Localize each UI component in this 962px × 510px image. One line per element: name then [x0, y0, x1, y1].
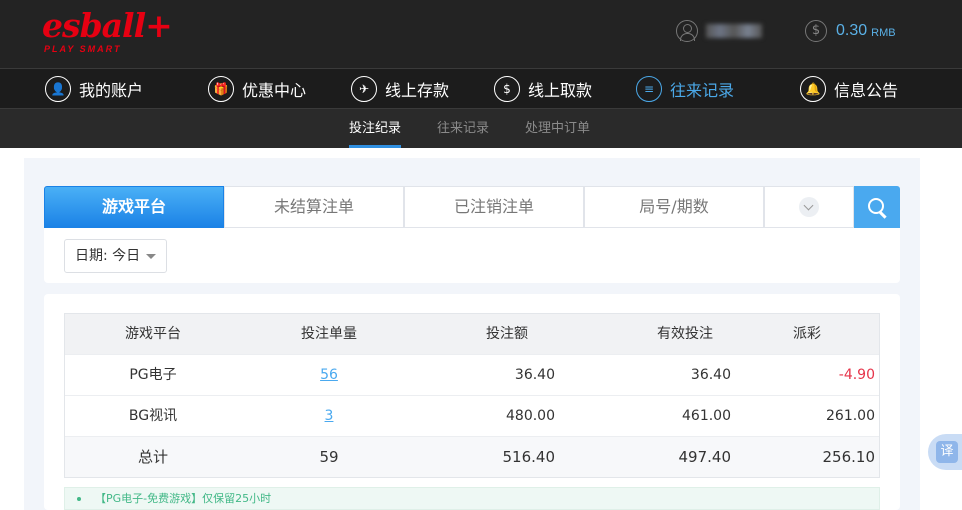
free-game-notice: 【PG电子-免费游戏】仅保留25小时 [64, 487, 880, 510]
total-bet-count: 59 [319, 448, 339, 466]
sub-nav: 投注纪录 往来记录 处理中订单 [0, 109, 962, 148]
total-payout: 256.10 [822, 448, 876, 466]
user-account-menu[interactable] [676, 20, 762, 42]
table-row: PG电子 56 36.40 36.40 -4.90 [65, 354, 879, 395]
nav-announcements[interactable]: 🔔 信息公告 [800, 69, 898, 109]
table-row: BG视讯 3 480.00 461.00 261.00 [65, 395, 879, 436]
date-filter-value: 日期: 今日 [75, 248, 141, 264]
username-blurred [706, 24, 762, 38]
search-button[interactable] [854, 186, 900, 228]
total-label: 总计 [137, 448, 168, 466]
cell-bet-amount: 480.00 [506, 408, 555, 424]
chevron-down-icon [799, 197, 819, 217]
cell-bet-count: 56 [241, 355, 417, 395]
main-nav: 👤 我的账户 🎁 优惠中心 ✈ 线上存款 $ 线上取款 ≡ 往来记录 🔔 信息公… [0, 68, 962, 109]
subtab-bet-records[interactable]: 投注纪录 [349, 109, 402, 148]
cell-bet-amount: 36.40 [514, 367, 555, 383]
total-valid-bet: 497.40 [678, 448, 732, 466]
logo-wordmark: esball+ [42, 6, 173, 45]
table-total-row: 总计 59 516.40 497.40 256.10 [65, 436, 879, 477]
esball-logo[interactable]: esball+ PLAY SMART [42, 6, 173, 55]
cell-bet-count: 3 [241, 396, 417, 436]
user-icon: 👤 [45, 76, 71, 102]
bet-summary-table: 游戏平台 投注单量 投注额 有效投注 派彩 PG电子 56 36.40 36.4… [64, 313, 880, 478]
logo-tagline: PLAY SMART [44, 44, 122, 54]
bell-icon: 🔔 [800, 76, 826, 102]
notice-text: 【PG电子-免费游戏】仅保留25小时 [95, 492, 272, 505]
subtab-pending-orders[interactable]: 处理中订单 [525, 109, 590, 148]
translate-widget[interactable]: 译 [928, 434, 962, 470]
wallet-balance[interactable]: $ 0.30 RMB [805, 20, 896, 42]
tab-unsettled-bets[interactable]: 未结算注单 [224, 186, 404, 228]
bullet-dot-icon [77, 497, 81, 501]
nav-deposit[interactable]: ✈ 线上存款 [351, 69, 449, 109]
records-icon: ≡ [636, 76, 662, 102]
subtab-transactions[interactable]: 往来记录 [437, 109, 489, 148]
balance-currency: RMB [871, 26, 896, 39]
top-bar: esball+ PLAY SMART $ 0.30 RMB [0, 0, 962, 68]
header-bet-count: 投注单量 [301, 326, 357, 342]
nav-promotions-label: 优惠中心 [242, 81, 307, 100]
nav-promotions[interactable]: 🎁 优惠中心 [208, 69, 306, 109]
nav-my-account[interactable]: 👤 我的账户 [45, 69, 143, 109]
nav-withdraw-label: 线上取款 [528, 81, 593, 100]
bet-count-link[interactable]: 56 [320, 367, 338, 383]
translate-icon: 译 [936, 441, 958, 463]
cell-platform: PG电子 [129, 367, 177, 383]
bet-count-link[interactable]: 3 [325, 408, 334, 424]
date-filter-select[interactable]: 日期: 今日 [64, 239, 167, 273]
more-tabs-dropdown[interactable] [764, 186, 854, 228]
table-header-row: 游戏平台 投注单量 投注额 有效投注 派彩 [65, 314, 879, 354]
cell-payout: -4.90 [838, 367, 875, 383]
header-payout: 派彩 [793, 326, 821, 342]
gift-icon: 🎁 [208, 76, 234, 102]
header-bet-amount: 投注额 [486, 326, 528, 342]
cell-valid-bet: 461.00 [682, 408, 731, 424]
tab-game-platform[interactable]: 游戏平台 [44, 186, 224, 228]
nav-announcements-label: 信息公告 [834, 81, 899, 100]
caret-down-icon [146, 254, 156, 259]
nav-records[interactable]: ≡ 往来记录 [636, 69, 734, 109]
withdraw-icon: $ [494, 76, 520, 102]
header-platform: 游戏平台 [125, 326, 181, 342]
cell-platform: BG视讯 [128, 408, 178, 424]
cell-valid-bet: 36.40 [690, 367, 731, 383]
tab-cancelled-bets[interactable]: 已注销注单 [404, 186, 584, 228]
nav-my-account-label: 我的账户 [79, 81, 144, 100]
total-bet-amount: 516.40 [502, 448, 556, 466]
dollar-coin-icon: $ [805, 20, 827, 42]
nav-withdraw[interactable]: $ 线上取款 [494, 69, 592, 109]
balance-amount: 0.30 [836, 22, 868, 39]
search-icon [867, 197, 884, 214]
deposit-icon: ✈ [351, 76, 377, 102]
nav-deposit-label: 线上存款 [385, 81, 450, 100]
tab-round-number[interactable]: 局号/期数 [584, 186, 764, 228]
nav-records-label: 往来记录 [670, 81, 735, 100]
user-icon [676, 20, 698, 42]
cell-payout: 261.00 [826, 408, 875, 424]
